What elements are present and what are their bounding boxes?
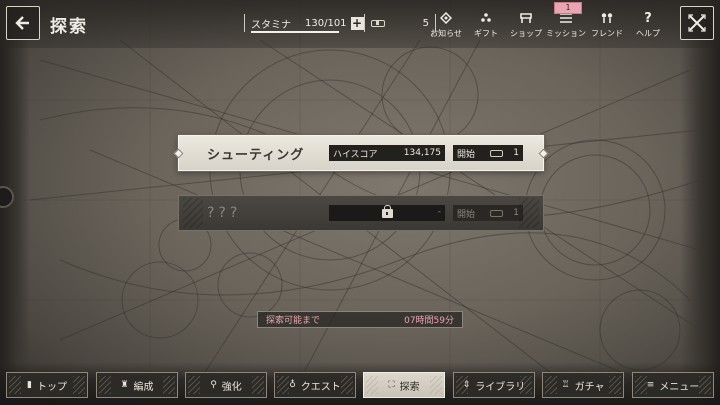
timer-label: 探索可能まで [266,316,321,326]
gift-icon [480,8,492,28]
stamina-bar-fill [251,31,339,33]
explore-timer: 探索可能まで 07時間59分 [257,311,463,328]
help-icon: ? [644,10,652,26]
tab-label: ライブラリ [475,381,526,393]
high-score-label: ハイスコア [333,149,378,160]
card-stripes-left [183,198,203,228]
explore-screen: 探索 スタミナ 130/101 + 5 お知らせ ギフト ショップ ミッション … [0,0,720,405]
mode-name: ??? [207,205,242,221]
ticket-cost: 1 [513,148,519,158]
news-button[interactable]: お知らせ [426,8,466,44]
parchment-edge-right [680,0,720,405]
friend-label: フレンド [591,29,623,38]
header-menu: お知らせ ギフト ショップ ミッション フレンド ? ヘルプ 1 [426,2,668,44]
high-score-box: ハイスコア 134,175 [329,145,445,161]
tab-menu[interactable]: ≡ メニュー [632,372,714,398]
add-stamina-button[interactable]: + [350,16,364,30]
tab-formation[interactable]: ♜ 編成 [96,372,178,398]
tab-gacha[interactable]: ♖ ガチャ [542,372,624,398]
locked-score-value: - [437,207,441,217]
locked-score-box: - [329,204,445,221]
back-button[interactable] [6,6,40,40]
mission-label: ミッション [546,29,586,38]
friend-icon [599,8,615,28]
high-score-value: 134,175 [403,148,441,158]
stamina-bar [251,31,339,33]
close-icon [688,14,706,32]
mode-card-shooting[interactable]: シューティング ハイスコア 134,175 開始 1 [173,135,549,171]
tab-top[interactable]: ▮ トップ [6,372,88,398]
help-label: ヘルプ [636,29,660,38]
ticket-icon [490,149,504,157]
tab-quest[interactable]: ♁ クエスト [274,372,356,398]
locked-start-button: 開始 1 [453,205,523,221]
start-label: 開始 [457,209,476,220]
lock-icon [381,204,393,218]
news-label: お知らせ [430,29,462,38]
stamina-display: スタミナ 130/101 + [244,14,364,33]
help-button[interactable]: ? ヘルプ [628,8,668,44]
enhance-icon: ⚲ [210,380,217,390]
start-button[interactable]: 開始 1 [453,145,523,161]
gacha-icon: ♖ [561,380,570,390]
tab-explore[interactable]: ⛶ 探索 [363,372,445,398]
shop-icon [519,8,533,28]
stamina-label: スタミナ [251,19,291,31]
friend-button[interactable]: フレンド [586,8,628,44]
mode-card-locked: ??? - 開始 1 [178,195,544,231]
stamina-value: 130/101 [305,17,347,29]
menu-icon: ≡ [646,380,655,390]
gift-button[interactable]: ギフト [466,8,506,44]
tab-label: ガチャ [574,381,605,393]
explore-icon: ⛶ [388,380,395,390]
arrow-left-icon [15,16,29,30]
tab-label: 強化 [221,381,242,393]
shop-label: ショップ [510,29,542,38]
close-button[interactable] [680,6,714,40]
tab-label: トップ [36,381,67,393]
page-title: 探索 [50,17,88,37]
shop-button[interactable]: ショップ [506,8,546,44]
gift-label: ギフト [474,29,498,38]
library-icon: ⇕ [462,380,471,390]
tab-library[interactable]: ⇕ ライブラリ [453,372,535,398]
card-stripes-right [519,198,539,228]
tab-label: クエスト [300,381,341,393]
quest-icon: ♁ [289,380,296,390]
tab-label: 探索 [399,381,420,393]
diamond-icon [440,8,452,28]
timer-value: 07時間59分 [404,316,454,326]
tab-label: メニュー [659,381,700,393]
start-label: 開始 [457,149,476,160]
ticket-icon [371,19,385,27]
mission-badge: 1 [554,2,582,14]
ticket-icon [490,209,504,217]
top-icon: ▮ [27,380,32,390]
tab-label: 編成 [133,381,154,393]
mode-name: シューティング [207,147,305,163]
formation-icon: ♜ [120,380,129,390]
tab-enhance[interactable]: ⚲ 強化 [185,372,267,398]
